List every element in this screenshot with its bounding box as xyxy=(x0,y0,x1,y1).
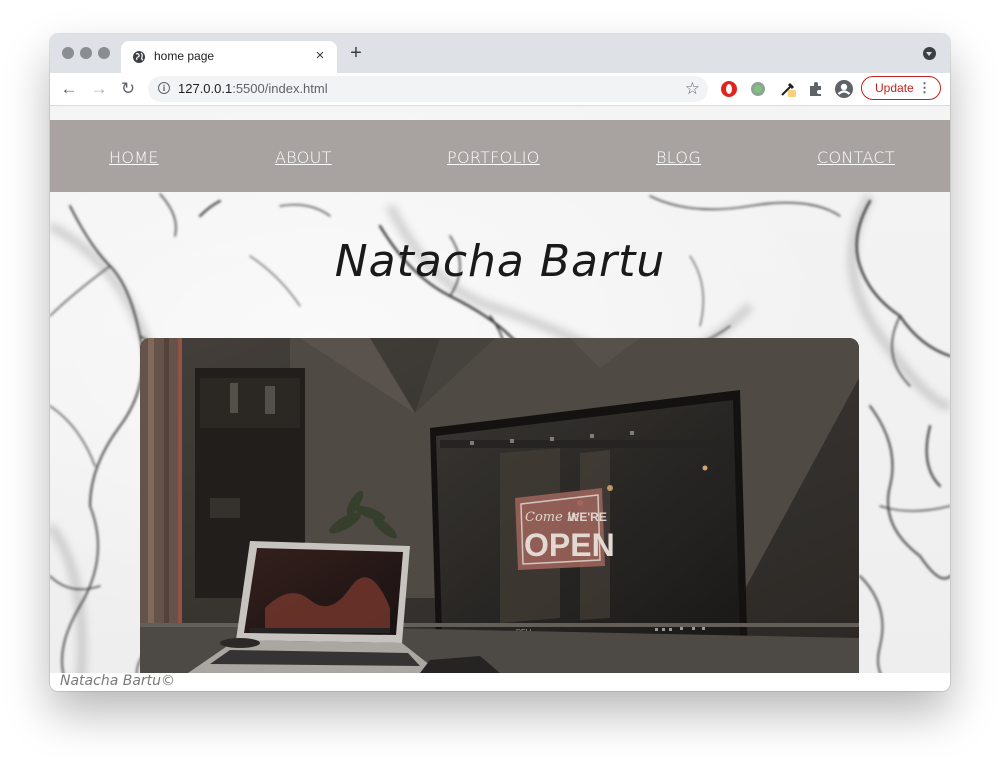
nav-blog-link[interactable]: BLOG xyxy=(656,148,701,167)
maximize-window-button[interactable] xyxy=(98,47,110,59)
tab-search-icon[interactable] xyxy=(923,47,936,60)
browser-window: home page × + ← → ↻ i 127.0.0.1:5500/ind… xyxy=(50,34,950,691)
hero-title: Natacha Bartu xyxy=(334,236,666,287)
browser-toolbar: ← → ↻ i 127.0.0.1:5500/index.html ☆ Upda… xyxy=(50,73,950,106)
opera-extension-icon[interactable] xyxy=(720,80,738,98)
hero-image: Come in WE'RE OPEN DELL xyxy=(140,338,859,673)
address-bar[interactable]: i 127.0.0.1:5500/index.html ☆ xyxy=(148,76,708,102)
back-icon[interactable]: ← xyxy=(59,79,79,99)
footer-bar xyxy=(50,673,950,691)
url-host: 127.0.0.1 xyxy=(178,81,233,96)
forward-icon[interactable]: → xyxy=(89,79,109,99)
site-nav: HOME ABOUT PORTFOLIO BLOG CONTACT xyxy=(50,120,950,192)
globe-icon xyxy=(133,51,145,63)
web-page: HOME ABOUT PORTFOLIO BLOG CONTACT Natach… xyxy=(50,106,950,691)
new-tab-button[interactable]: + xyxy=(346,43,366,63)
star-icon[interactable]: ☆ xyxy=(685,79,700,99)
info-icon[interactable]: i xyxy=(158,82,170,94)
workspace-photo: Come in WE'RE OPEN DELL xyxy=(140,338,859,673)
tab-title: home page xyxy=(154,49,215,63)
tab-strip: home page × + xyxy=(50,34,950,73)
url-path: :5500/index.html xyxy=(232,81,328,96)
footer-copyright: Natacha Bartu© xyxy=(60,673,176,689)
update-label: Update xyxy=(875,81,914,95)
profile-icon[interactable] xyxy=(834,79,854,99)
nav-about-link[interactable]: ABOUT xyxy=(275,148,332,167)
eyedropper-extension-icon[interactable] xyxy=(779,80,797,98)
nav-contact-link[interactable]: CONTACT xyxy=(817,148,895,167)
nav-portfolio-link[interactable]: PORTFOLIO xyxy=(447,148,540,167)
close-window-button[interactable] xyxy=(62,47,74,59)
more-icon[interactable]: ⋮ xyxy=(918,81,931,95)
green-extension-icon[interactable] xyxy=(749,80,767,98)
tab-close-icon[interactable]: × xyxy=(311,46,329,66)
update-button[interactable]: Update ⋮ xyxy=(861,76,941,100)
browser-tab-active[interactable]: home page × xyxy=(121,41,337,73)
nav-home-link[interactable]: HOME xyxy=(109,148,159,167)
url-text[interactable]: 127.0.0.1:5500/index.html xyxy=(178,81,328,96)
puzzle-extensions-icon[interactable] xyxy=(807,80,825,98)
minimize-window-button[interactable] xyxy=(80,47,92,59)
reload-icon[interactable]: ↻ xyxy=(118,79,138,99)
